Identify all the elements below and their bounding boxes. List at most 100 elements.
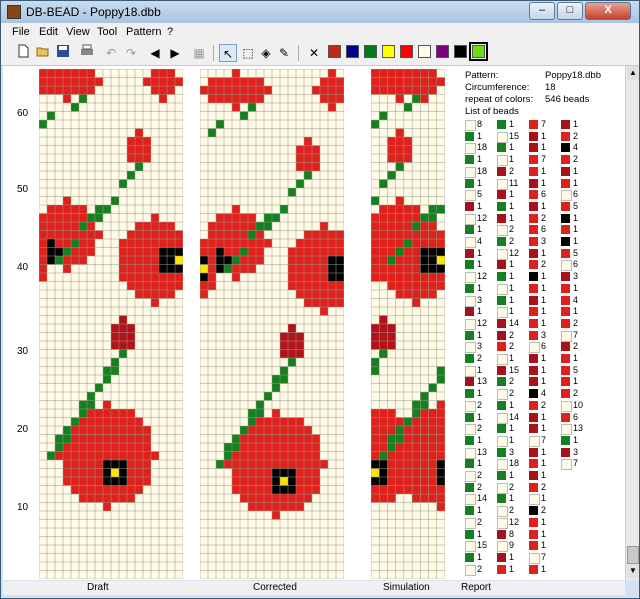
bead-entry: 1	[529, 201, 557, 212]
bead-count: 2	[477, 563, 483, 574]
simulation-label: Simulation	[383, 582, 430, 593]
scroll-up-icon[interactable]: ▲	[627, 66, 639, 80]
print-icon[interactable]	[78, 44, 96, 62]
bead-count: 2	[573, 341, 579, 352]
bead-color-swatch	[561, 248, 570, 258]
bead-entry: 2	[497, 236, 525, 247]
bead-entry: 1	[497, 400, 525, 411]
bead-count: 1	[541, 177, 547, 188]
close-button[interactable]: X	[585, 2, 631, 20]
scroll-down-icon[interactable]: ▼	[627, 564, 639, 578]
bead-entry: 1	[529, 130, 557, 142]
bead-count: 1	[541, 271, 547, 282]
color-swatch[interactable]	[400, 45, 413, 58]
bead-count: 1	[541, 130, 547, 141]
bead-count: 12	[509, 247, 520, 258]
bead-color-swatch	[529, 506, 538, 516]
bead-color-swatch	[497, 248, 508, 260]
bead-entry: 1	[497, 189, 525, 200]
undo-icon[interactable]: ↶	[102, 44, 120, 62]
bead-color-swatch	[465, 330, 474, 340]
eyedropper-icon[interactable]: ✎	[275, 44, 293, 62]
bead-color-swatch	[497, 471, 506, 480]
clear-x-icon[interactable]: ✕	[305, 44, 323, 62]
vertical-scrollbar[interactable]: ▲ ▼	[625, 66, 639, 580]
bead-count: 6	[573, 189, 579, 200]
menu-help[interactable]: ?	[167, 26, 173, 38]
bead-color-swatch	[497, 482, 508, 494]
menu-pattern[interactable]: Pattern	[126, 26, 161, 38]
open-folder-icon[interactable]	[34, 44, 52, 62]
bead-count: 2	[541, 259, 547, 270]
menu-view[interactable]: View	[66, 26, 90, 38]
bead-color-swatch	[529, 213, 538, 223]
arrow-right-icon[interactable]: ▶	[166, 44, 184, 62]
circumference-value: 18	[545, 82, 556, 93]
bead-count: 1	[541, 306, 547, 317]
preview-icon[interactable]: ▦	[190, 44, 208, 62]
bead-color-swatch	[529, 424, 538, 434]
bead-color-swatch	[529, 447, 538, 457]
bead-color-swatch	[465, 459, 474, 469]
bead-entry: 15	[497, 131, 525, 143]
bead-color-swatch	[529, 166, 538, 176]
bead-entry: 14	[465, 493, 493, 506]
bead-entry: 1	[561, 119, 589, 130]
bead-count: 2	[509, 329, 515, 340]
bead-color-swatch	[465, 400, 476, 412]
bead-color-swatch	[561, 365, 570, 375]
fill-icon[interactable]: ◈	[257, 44, 275, 62]
bead-entry: 2	[497, 505, 525, 518]
maximize-button[interactable]: □	[557, 2, 583, 20]
bead-count: 2	[541, 212, 547, 223]
bead-color-swatch	[529, 178, 538, 188]
bead-entry: 1	[465, 552, 493, 563]
arrow-left-icon[interactable]: ◀	[146, 44, 164, 62]
new-file-icon[interactable]	[14, 44, 32, 62]
bead-color-swatch	[497, 190, 506, 200]
select-rect-icon[interactable]: ⬚	[239, 44, 257, 62]
bead-color-swatch	[561, 237, 570, 246]
draft-grid[interactable]	[39, 69, 183, 579]
menu-tool[interactable]: Tool	[97, 26, 117, 38]
bead-count: 18	[477, 142, 488, 153]
color-swatch[interactable]	[454, 45, 467, 58]
bead-entry: 5	[561, 365, 589, 376]
bead-color-swatch	[497, 225, 508, 237]
pointer-icon[interactable]: ↖	[219, 44, 237, 62]
bead-count: 7	[541, 119, 547, 129]
bead-entry: 2	[529, 505, 557, 516]
simulation-grid[interactable]	[371, 69, 445, 579]
bead-color-swatch	[497, 120, 506, 129]
scroll-thumb[interactable]	[627, 546, 639, 564]
bead-count: 1	[477, 282, 483, 293]
bead-count: 3	[509, 446, 515, 457]
bead-count: 2	[509, 376, 515, 387]
bead-entry: 4	[465, 236, 493, 248]
save-icon[interactable]	[54, 44, 72, 62]
bead-color-swatch	[529, 354, 538, 363]
bead-count: 7	[541, 154, 547, 165]
bead-entry: 13	[465, 447, 493, 459]
color-swatch[interactable]	[469, 42, 488, 61]
menu-edit[interactable]: Edit	[39, 26, 58, 38]
color-swatch[interactable]	[328, 45, 341, 58]
bead-color-swatch	[529, 517, 538, 527]
bead-entry: 1	[529, 365, 557, 376]
color-swatch[interactable]	[364, 45, 377, 58]
color-swatch[interactable]	[382, 45, 395, 58]
bead-entry: 5	[561, 248, 589, 259]
minimize-button[interactable]: –	[529, 2, 555, 20]
bead-count: 1	[509, 423, 515, 434]
bead-count: 1	[477, 177, 483, 188]
menu-file[interactable]: File	[12, 26, 30, 38]
bead-color-swatch	[497, 365, 506, 375]
bead-count: 1	[477, 259, 483, 270]
redo-icon[interactable]: ↷	[122, 44, 140, 62]
corrected-grid[interactable]	[200, 69, 344, 579]
ruler-label: 30	[17, 346, 29, 357]
color-swatch[interactable]	[436, 45, 449, 58]
color-swatch[interactable]	[418, 45, 431, 58]
circumference-label: Circumference:	[465, 82, 530, 93]
color-swatch[interactable]	[346, 45, 359, 58]
